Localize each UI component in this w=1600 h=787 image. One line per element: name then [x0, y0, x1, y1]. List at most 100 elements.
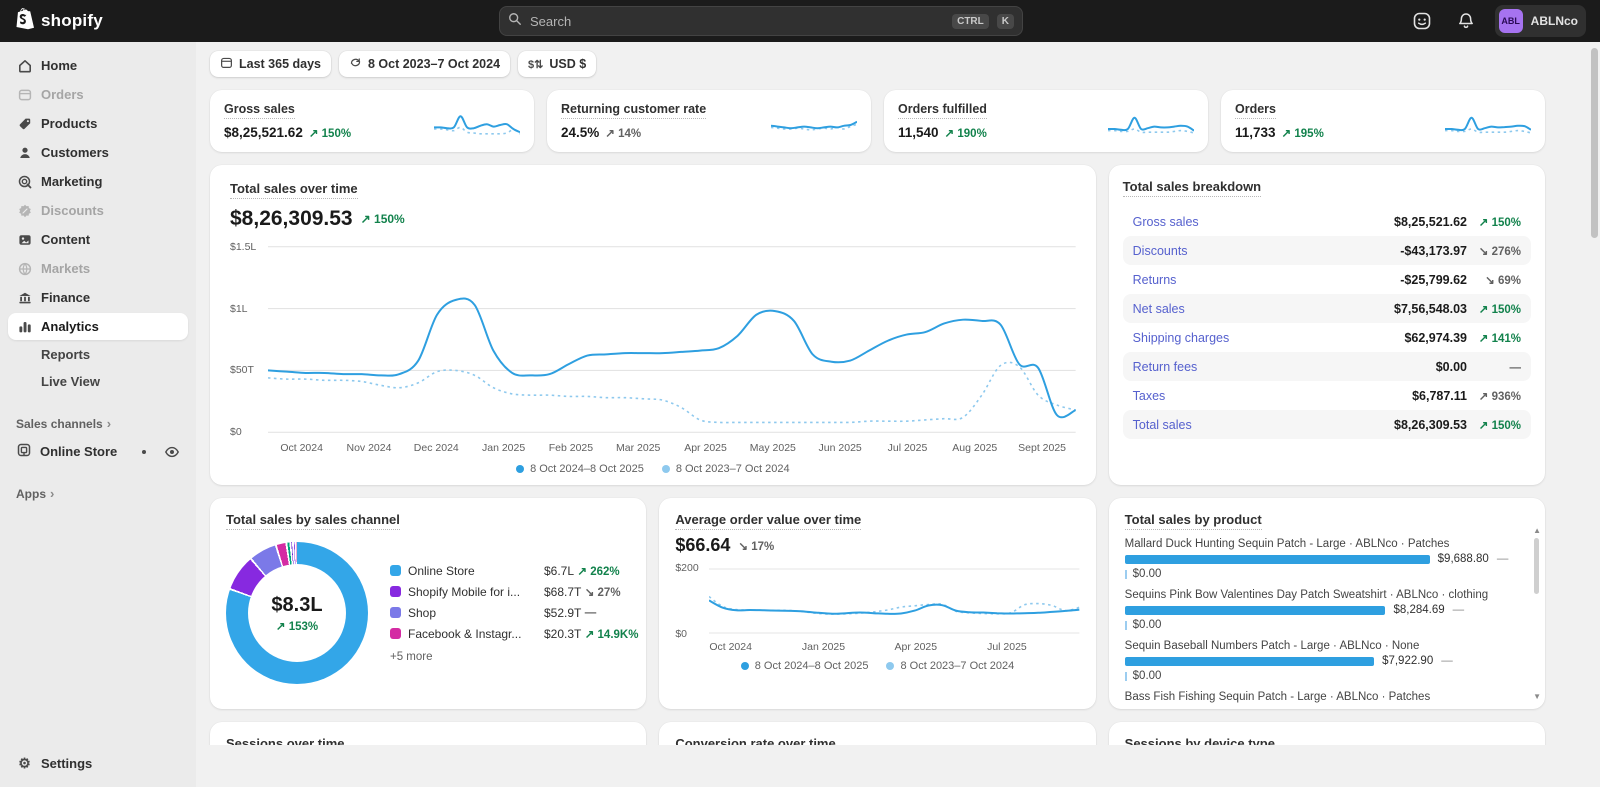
breakdown-link[interactable]: Net sales [1133, 302, 1185, 316]
search-placeholder: Search [530, 13, 572, 29]
channel-more-link[interactable]: +5 more [390, 651, 638, 663]
kpi-value-row: $8,25,521.62 ↗ 150% [224, 125, 352, 140]
breakdown-link[interactable]: Gross sales [1133, 215, 1199, 229]
donut-total-value: $8.3L [271, 593, 323, 616]
product-label[interactable]: Bass Fish Fishing Sequin Patch - Large ·… [1125, 691, 1515, 703]
channel-row[interactable]: Shopify Mobile for i... $68.7T ↘ 27% [390, 585, 638, 599]
breakdown-link[interactable]: Total sales [1133, 418, 1192, 432]
breakdown-value-group: $8,25,521.62 ↗ 150% [1394, 214, 1521, 229]
product-label[interactable]: Sequin Baseball Numbers Patch - Large · … [1125, 640, 1515, 652]
sales-channels-header[interactable]: Sales channels › [8, 410, 188, 437]
kpi-title[interactable]: Orders [1235, 102, 1276, 119]
breakdown-value: -$25,799.62 [1400, 272, 1467, 287]
sidebar-item-finance[interactable]: Finance [8, 284, 188, 311]
legend-item[interactable]: 8 Oct 2024–8 Oct 2025 [740, 660, 868, 672]
shopify-logo[interactable]: shopify [14, 7, 196, 35]
sidebar-item-label: Analytics [41, 319, 99, 334]
product-card-scrollbar[interactable]: ▲ ▼ [1532, 526, 1541, 701]
breakdown-link[interactable]: Shipping charges [1133, 331, 1230, 345]
channel-row[interactable]: Online Store $6.7L ↗ 262% [390, 564, 638, 578]
eye-icon[interactable] [164, 444, 180, 460]
notifications-bell-icon[interactable] [1451, 6, 1481, 36]
breakdown-link[interactable]: Returns [1133, 273, 1177, 287]
product-delta: — [1452, 604, 1465, 616]
apps-header[interactable]: Apps › [8, 480, 188, 507]
account-menu[interactable]: ABL ABLNco [1494, 5, 1586, 37]
breakdown-link[interactable]: Taxes [1133, 389, 1166, 403]
orders-icon [16, 86, 33, 103]
sidebar-item-orders[interactable]: Orders [8, 81, 188, 108]
kpi-info: Orders fulfilled 11,540 ↗ 190% [898, 102, 987, 140]
channel-label: Shopify Mobile for i... [408, 584, 521, 599]
discounts-icon [16, 202, 33, 219]
channel-color-chip [390, 628, 401, 639]
sidebar-item-reports[interactable]: Reports [8, 342, 188, 367]
product-row: Mallard Duck Hunting Sequin Patch - Larg… [1124, 538, 1529, 580]
aov-chart-legend: 8 Oct 2024–8 Oct 2025 8 Oct 2023–7 Oct 20… [675, 660, 1079, 672]
sidebar-item-live-view[interactable]: Live View [8, 369, 188, 394]
legend-item[interactable]: 8 Oct 2023–7 Oct 2024 [886, 660, 1014, 672]
legend-dot [740, 662, 749, 670]
sales-by-channel-title[interactable]: Total sales by sales channel [226, 512, 400, 530]
online-store-status-dot [142, 449, 146, 454]
inbox-icon[interactable] [1407, 6, 1437, 36]
average-order-value-title[interactable]: Average order value over time [675, 512, 862, 530]
legend-item[interactable]: 8 Oct 2024–8 Oct 2025 [516, 463, 644, 475]
product-delta: — [1441, 655, 1453, 667]
channel-row[interactable]: Shop $52.9T — [390, 606, 638, 620]
product-compare-row: $0.00 [1124, 670, 1529, 682]
aov-y-tick: $0 [675, 627, 688, 640]
sales-by-product-card: Total sales by product Mallard Duck Hunt… [1108, 498, 1545, 709]
sales-by-product-title[interactable]: Total sales by product [1124, 512, 1262, 530]
compare-range-filter[interactable]: 8 Oct 2023–7 Oct 2024 [339, 51, 511, 77]
partial-card-title[interactable]: Sessions by device type [1125, 736, 1275, 745]
sidebar-item-settings[interactable]: ⚙ Settings [8, 750, 188, 777]
x-tick: Sept 2025 [1018, 442, 1067, 454]
product-label[interactable]: Mallard Duck Hunting Sequin Patch - Larg… [1125, 538, 1515, 550]
kpi-card-gross-sales: Gross sales $8,25,521.62 ↗ 150% [210, 90, 534, 152]
total-sales-breakdown-title[interactable]: Total sales breakdown [1122, 179, 1262, 197]
channel-row[interactable]: Facebook & Instagr... $20.3T ↗ 14.9K% [390, 627, 638, 641]
shortcut-ctrl-key: CTRL [952, 13, 989, 29]
breakdown-row-discounts: Discounts -$43,173.97 ↘ 276% [1122, 236, 1531, 265]
total-sales-over-time-title[interactable]: Total sales over time [230, 181, 358, 199]
sidebar-item-discounts[interactable]: Discounts [8, 197, 188, 224]
breakdown-link[interactable]: Discounts [1133, 244, 1188, 258]
currency-filter[interactable]: $⇅ USD $ [518, 51, 597, 77]
y-tick: $1.5L [230, 240, 257, 253]
storefront-icon [16, 442, 32, 461]
sidebar-item-products[interactable]: Products [8, 110, 188, 137]
x-tick: Jun 2025 [818, 442, 862, 454]
search-input[interactable]: Search CTRL K [499, 6, 1023, 36]
markets-icon [16, 260, 33, 277]
product-label[interactable]: Sequins Pink Bow Valentines Day Patch Sw… [1125, 589, 1515, 601]
breakdown-link[interactable]: Return fees [1133, 360, 1198, 374]
sidebar-item-online-store[interactable]: Online Store [8, 437, 188, 466]
breakdown-row-gross-sales: Gross sales $8,25,521.62 ↗ 150% [1123, 207, 1531, 236]
product-row: Sequin Baseball Numbers Patch - Large · … [1124, 640, 1529, 682]
sidebar-item-home[interactable]: Home [8, 52, 188, 79]
scroll-down-icon[interactable]: ▼ [1533, 692, 1541, 701]
sidebar-item-marketing[interactable]: Marketing [8, 168, 188, 195]
partial-card-title[interactable]: Sessions over time [226, 736, 345, 745]
aov-y-tick: $200 [675, 562, 699, 575]
kpi-title[interactable]: Returning customer rate [561, 102, 707, 119]
breakdown-value-group: -$25,799.62 ↘ 69% [1400, 272, 1521, 287]
kpi-title[interactable]: Gross sales [224, 102, 295, 119]
sidebar-item-content[interactable]: Content [8, 226, 188, 253]
legend-label: 8 Oct 2023–7 Oct 2024 [675, 463, 790, 475]
kpi-value: $8,25,521.62 [224, 125, 303, 140]
sidebar-item-markets[interactable]: Markets [8, 255, 188, 282]
x-tick: May 2025 [749, 442, 796, 454]
sidebar-item-customers[interactable]: Customers [8, 139, 188, 166]
kpi-title[interactable]: Orders fulfilled [898, 102, 987, 119]
date-range-filter[interactable]: Last 365 days [210, 51, 331, 77]
page-scrollbar[interactable] [1590, 46, 1598, 783]
breakdown-table: Gross sales $8,25,521.62 ↗ 150% Discounts -$… [1122, 207, 1531, 439]
partial-card-title[interactable]: Conversion rate over time [675, 736, 835, 745]
legend-dot [516, 465, 525, 473]
scroll-up-icon[interactable]: ▲ [1533, 526, 1541, 535]
legend-item[interactable]: 8 Oct 2023–7 Oct 2024 [661, 463, 790, 475]
breakdown-row-returns: Returns -$25,799.62 ↘ 69% [1123, 265, 1531, 294]
sidebar-item-analytics[interactable]: Analytics [8, 313, 188, 340]
